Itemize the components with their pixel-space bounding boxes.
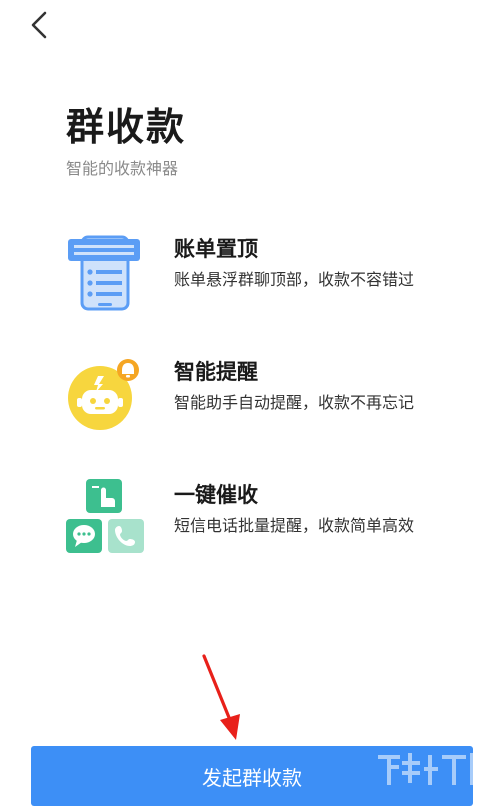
feature-title: 账单置顶 [174, 237, 258, 261]
feature-smart-reminder: 智能提醒 智能助手自动提醒，收款不再忘记 [0, 356, 504, 456]
feature-description: 智能助手自动提醒，收款不再忘记 [174, 393, 415, 412]
page-title: 群收款 [66, 105, 187, 149]
one-tap-collect-icon [66, 479, 144, 553]
feature-description: 短信电话批量提醒，收款简单高效 [174, 516, 415, 535]
feature-title: 智能提醒 [174, 360, 258, 384]
robot-reminder-icon [68, 359, 139, 430]
back-button[interactable] [22, 8, 56, 42]
feature-pinned-bill: 账单置顶 账单悬浮群聊顶部，收款不容错过 [0, 233, 504, 333]
feature-one-tap-collect: 一键催收 短信电话批量提醒，收款简单高效 [0, 479, 504, 579]
page-subtitle: 智能的收款神器 [66, 159, 179, 178]
feature-title: 一键催收 [174, 483, 258, 507]
feature-description: 账单悬浮群聊顶部，收款不容错过 [174, 270, 415, 289]
site-logo-watermark [378, 753, 490, 785]
pinned-bill-phone-icon [68, 235, 140, 311]
red-arrow-icon [202, 654, 240, 740]
chevron-left-icon [31, 11, 47, 39]
